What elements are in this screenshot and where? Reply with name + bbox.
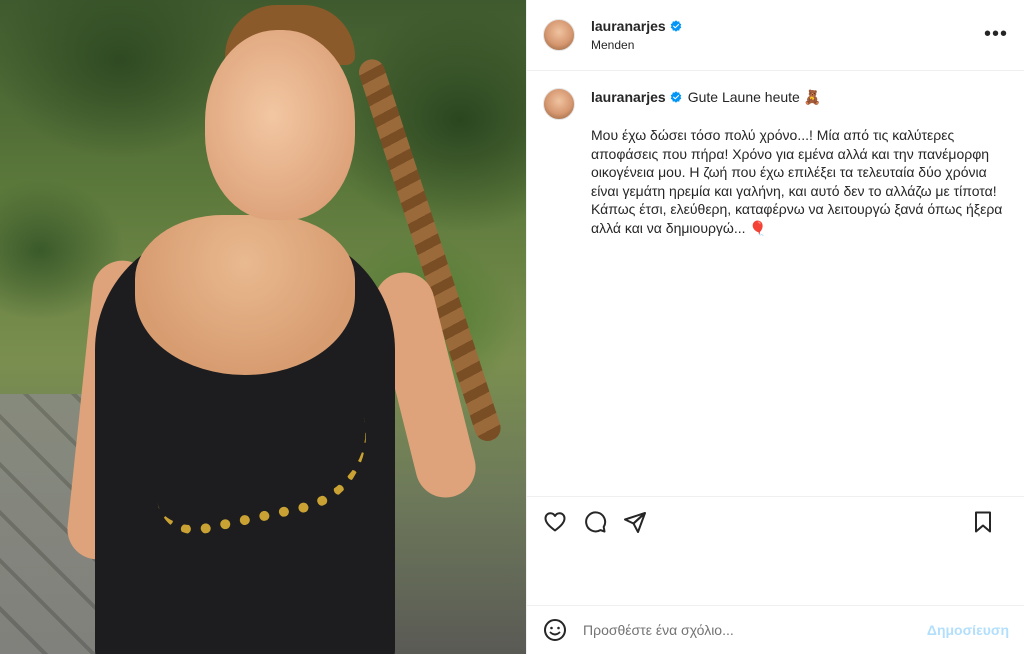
more-options-icon[interactable]: ••• [984, 24, 1008, 44]
comment-icon[interactable] [583, 510, 607, 534]
share-icon[interactable] [623, 510, 647, 534]
heart-icon[interactable] [543, 510, 567, 534]
header-username[interactable]: lauranarjes [591, 18, 666, 34]
header-text: lauranarjes Menden [591, 18, 682, 52]
caption-row: lauranarjes Gute Laune heute 🧸 Μου έχω δ… [543, 88, 1009, 237]
comment-input[interactable] [583, 622, 923, 638]
caption-avatar[interactable] [543, 88, 575, 120]
caption-body: lauranarjes Gute Laune heute 🧸 Μου έχω δ… [591, 88, 1009, 237]
emoji-icon[interactable] [543, 618, 567, 642]
caption-first-line: lauranarjes Gute Laune heute 🧸 [591, 88, 1009, 106]
caption-area: lauranarjes Gute Laune heute 🧸 Μου έχω δ… [527, 72, 1024, 496]
bookmark-icon[interactable] [971, 510, 995, 534]
avatar[interactable] [543, 19, 575, 51]
photo-shoulders [135, 215, 355, 375]
caption-text: Μου έχω δώσει τόσο πολύ χρόνο...! Μία απ… [591, 127, 1003, 236]
teddy-bear-emoji: 🧸 [803, 88, 822, 105]
comment-bar: Δημοσίευση [527, 605, 1024, 654]
post-comment-button[interactable]: Δημοσίευση [927, 622, 1009, 638]
caption-username[interactable]: lauranarjes [591, 89, 666, 105]
caption-title: Gute Laune heute [687, 89, 800, 105]
post-header: lauranarjes Menden ••• [527, 0, 1024, 71]
header-location[interactable]: Menden [591, 38, 682, 52]
header-user-row: lauranarjes [591, 18, 682, 34]
post-photo[interactable] [0, 0, 526, 654]
action-bar [527, 496, 1024, 546]
photo-face [205, 30, 355, 220]
verified-badge-icon [670, 91, 681, 103]
post-side-panel: lauranarjes Menden ••• lauranarjes Gute … [526, 0, 1024, 654]
verified-badge-icon [670, 20, 681, 32]
